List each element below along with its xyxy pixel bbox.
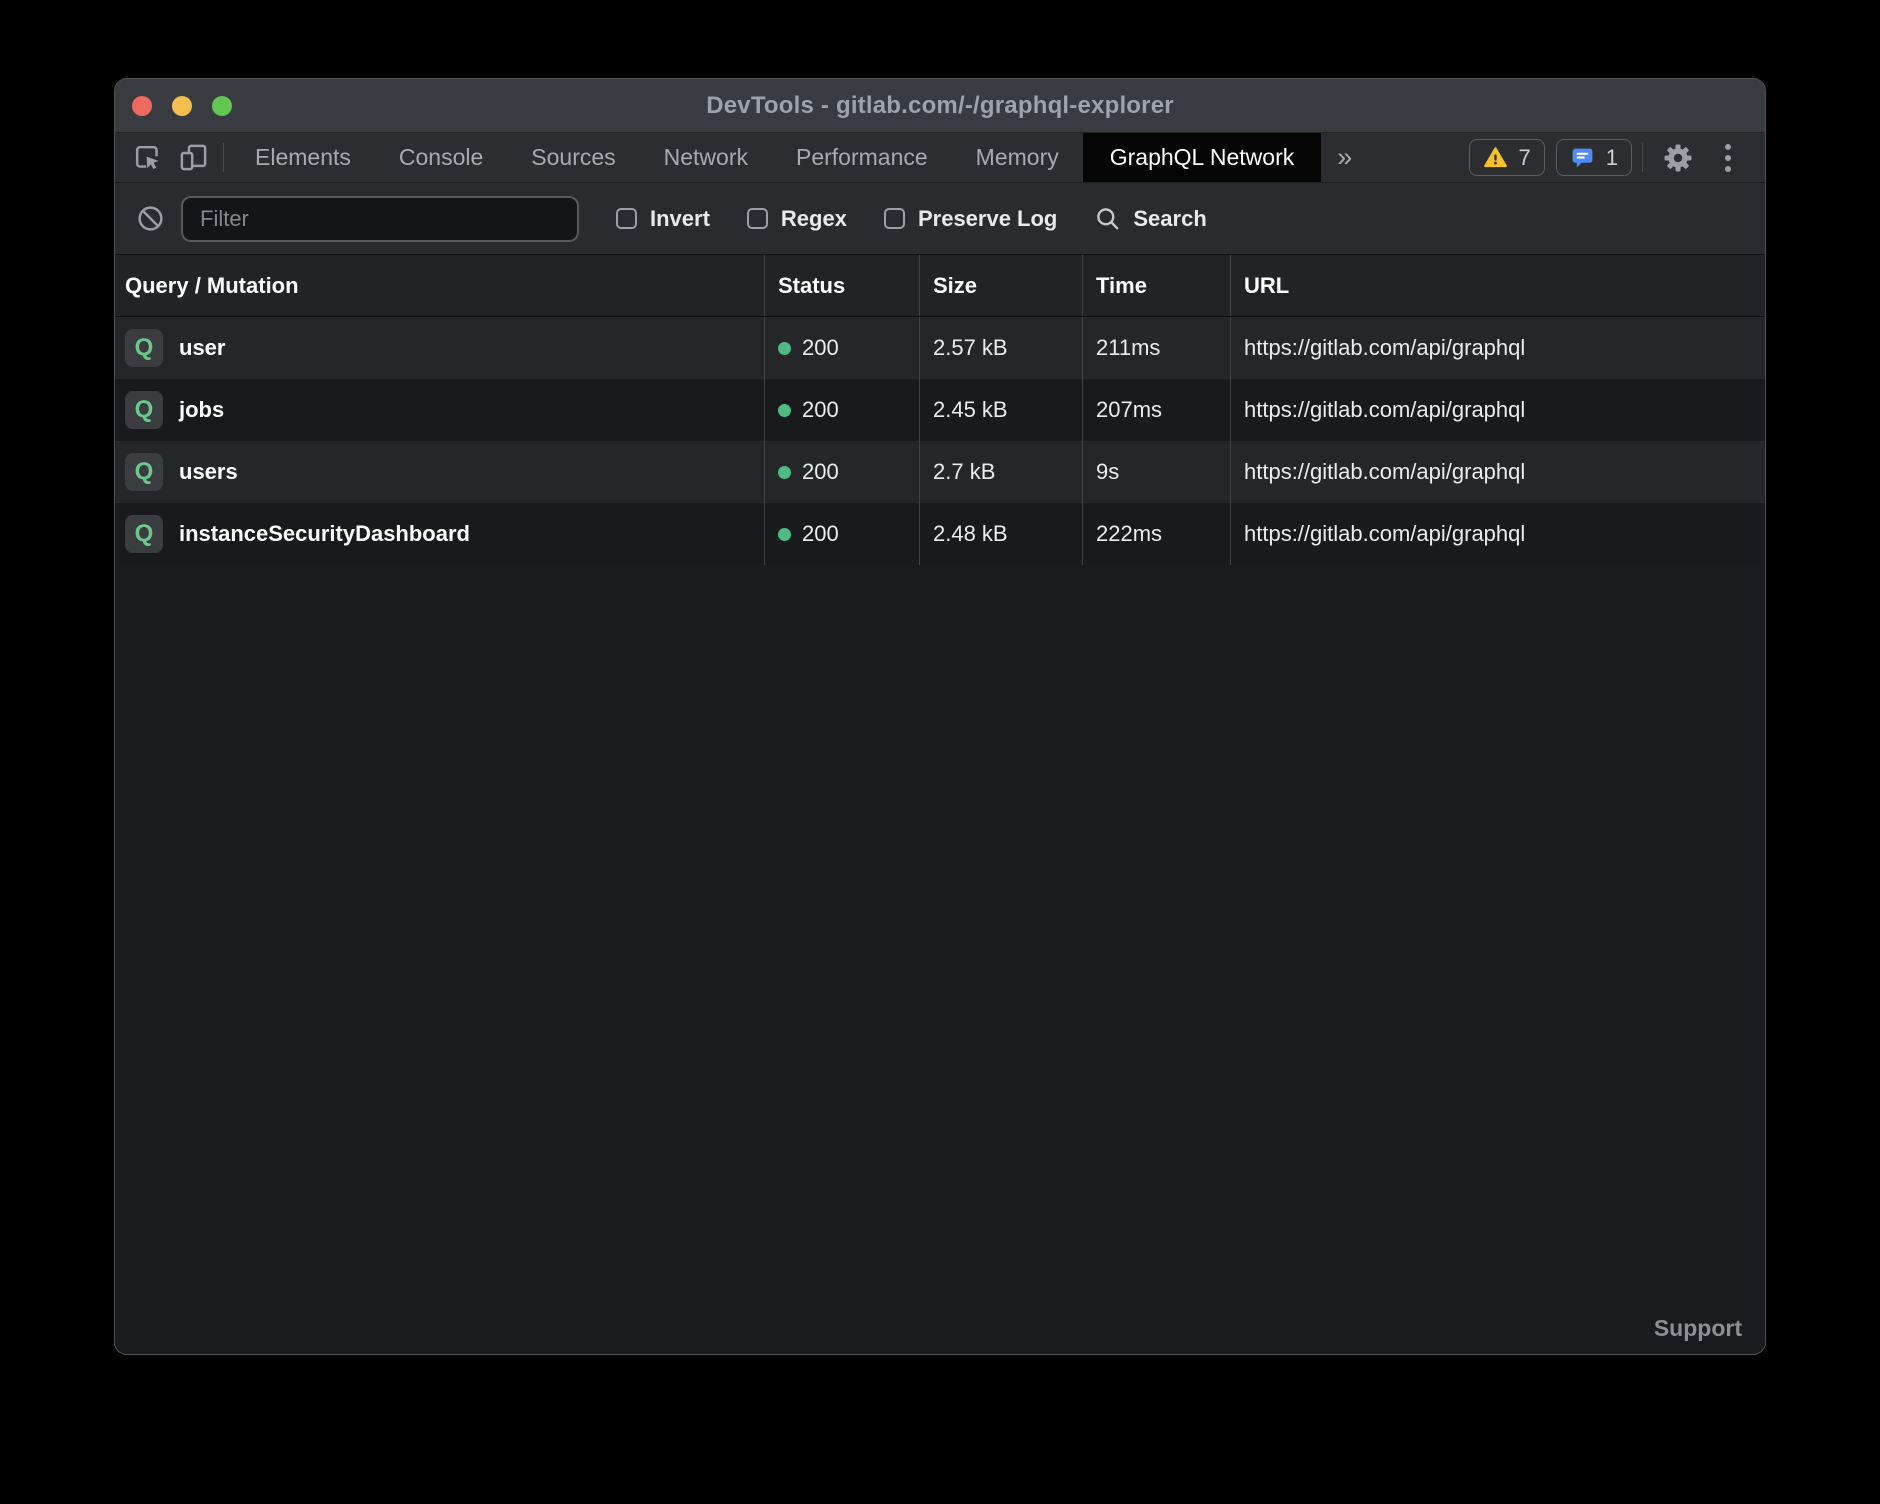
tab-network[interactable]: Network: [640, 133, 772, 182]
warning-icon: [1483, 145, 1508, 170]
issue-count: 1: [1606, 145, 1618, 171]
table-row[interactable]: Q instanceSecurityDashboard 200 2.48 kB …: [115, 503, 1765, 565]
column-header-size[interactable]: Size: [919, 255, 1082, 316]
column-header-url[interactable]: URL: [1230, 255, 1765, 316]
regex-checkbox-group[interactable]: Regex: [747, 206, 847, 232]
clear-requests-button[interactable]: [129, 204, 171, 233]
query-type-badge: Q: [125, 515, 163, 553]
settings-button[interactable]: [1653, 141, 1703, 175]
query-name: jobs: [179, 397, 224, 423]
time-cell: 207ms: [1082, 379, 1230, 441]
device-toolbar-button[interactable]: [170, 133, 216, 182]
query-name: instanceSecurityDashboard: [179, 521, 470, 547]
status-cell: 200: [764, 379, 919, 441]
column-header-status[interactable]: Status: [764, 255, 919, 316]
zoom-window-button[interactable]: [212, 96, 232, 116]
block-icon: [136, 204, 165, 233]
url-cell: https://gitlab.com/api/graphql: [1230, 503, 1765, 565]
kebab-menu-icon: [1725, 144, 1731, 172]
preserve-log-label: Preserve Log: [918, 206, 1057, 232]
query-name: users: [179, 459, 238, 485]
invert-label: Invert: [650, 206, 710, 232]
screen-background: DevTools - gitlab.com/-/graphql-explorer…: [0, 0, 1880, 1504]
url-cell: https://gitlab.com/api/graphql: [1230, 441, 1765, 503]
query-type-badge: Q: [125, 391, 163, 429]
toolbar-divider: [223, 143, 224, 172]
status-dot: [778, 528, 791, 541]
status-cell: 200: [764, 503, 919, 565]
requests-table: Query / Mutation Status Size Time URL Q …: [115, 255, 1765, 1354]
status-code: 200: [802, 335, 839, 361]
size-cell: 2.45 kB: [919, 379, 1082, 441]
url-cell: https://gitlab.com/api/graphql: [1230, 379, 1765, 441]
query-name: user: [179, 335, 225, 361]
status-code: 200: [802, 397, 839, 423]
more-options-button[interactable]: [1703, 144, 1753, 172]
query-cell: Q instanceSecurityDashboard: [115, 503, 764, 565]
regex-checkbox[interactable]: [747, 208, 768, 229]
column-header-query-mutation[interactable]: Query / Mutation: [115, 255, 764, 316]
tab-sources[interactable]: Sources: [507, 133, 639, 182]
tab-graphql-network[interactable]: GraphQL Network: [1083, 133, 1322, 182]
time-cell: 211ms: [1082, 317, 1230, 379]
query-cell: Q users: [115, 441, 764, 503]
column-header-time[interactable]: Time: [1082, 255, 1230, 316]
table-row[interactable]: Q user 200 2.57 kB 211ms https://gitlab.…: [115, 317, 1765, 379]
query-cell: Q user: [115, 317, 764, 379]
tab-memory[interactable]: Memory: [952, 133, 1083, 182]
issues-badge[interactable]: 1: [1556, 139, 1632, 176]
size-cell: 2.7 kB: [919, 441, 1082, 503]
invert-checkbox[interactable]: [616, 208, 637, 229]
status-code: 200: [802, 521, 839, 547]
tab-performance[interactable]: Performance: [772, 133, 952, 182]
inspect-element-button[interactable]: [124, 133, 170, 182]
devtools-window: DevTools - gitlab.com/-/graphql-explorer…: [114, 78, 1766, 1355]
filter-input[interactable]: [181, 196, 579, 242]
regex-label: Regex: [781, 206, 847, 232]
query-type-badge: Q: [125, 453, 163, 491]
gear-icon: [1661, 141, 1695, 175]
message-icon: [1570, 145, 1595, 170]
status-dot: [778, 466, 791, 479]
status-cell: 200: [764, 441, 919, 503]
inspect-cursor-icon: [132, 142, 163, 173]
search-icon: [1094, 205, 1121, 232]
toolbar-right-controls: 7 1: [1458, 133, 1766, 182]
table-row[interactable]: Q users 200 2.7 kB 9s https://gitlab.com…: [115, 441, 1765, 503]
table-row[interactable]: Q jobs 200 2.45 kB 207ms https://gitlab.…: [115, 379, 1765, 441]
status-cell: 200: [764, 317, 919, 379]
warning-count: 7: [1519, 145, 1531, 171]
status-dot: [778, 404, 791, 417]
more-tabs-button[interactable]: »: [1321, 133, 1368, 182]
empty-table-area: [115, 565, 1765, 1354]
invert-checkbox-group[interactable]: Invert: [616, 206, 710, 232]
tab-elements[interactable]: Elements: [231, 133, 375, 182]
url-cell: https://gitlab.com/api/graphql: [1230, 317, 1765, 379]
titlebar: DevTools - gitlab.com/-/graphql-explorer: [115, 79, 1765, 133]
query-type-badge: Q: [125, 329, 163, 367]
preserve-log-checkbox-group[interactable]: Preserve Log: [884, 206, 1057, 232]
search-label: Search: [1133, 206, 1206, 232]
device-toolbar-icon: [178, 142, 209, 173]
traffic-lights: [132, 96, 232, 116]
close-window-button[interactable]: [132, 96, 152, 116]
time-cell: 222ms: [1082, 503, 1230, 565]
tab-console[interactable]: Console: [375, 133, 507, 182]
status-code: 200: [802, 459, 839, 485]
preserve-log-checkbox[interactable]: [884, 208, 905, 229]
window-title: DevTools - gitlab.com/-/graphql-explorer: [115, 92, 1765, 120]
table-header-row: Query / Mutation Status Size Time URL: [115, 255, 1765, 317]
toolbar-right-divider: [1642, 143, 1643, 172]
search-button[interactable]: Search: [1094, 205, 1206, 232]
filter-bar: Invert Regex Preserve Log Search: [115, 183, 1765, 255]
status-dot: [778, 342, 791, 355]
devtools-tab-bar: Elements Console Sources Network Perform…: [115, 133, 1765, 183]
query-cell: Q jobs: [115, 379, 764, 441]
warnings-badge[interactable]: 7: [1469, 139, 1545, 176]
size-cell: 2.48 kB: [919, 503, 1082, 565]
support-link[interactable]: Support: [1654, 1315, 1742, 1342]
minimize-window-button[interactable]: [172, 96, 192, 116]
size-cell: 2.57 kB: [919, 317, 1082, 379]
time-cell: 9s: [1082, 441, 1230, 503]
